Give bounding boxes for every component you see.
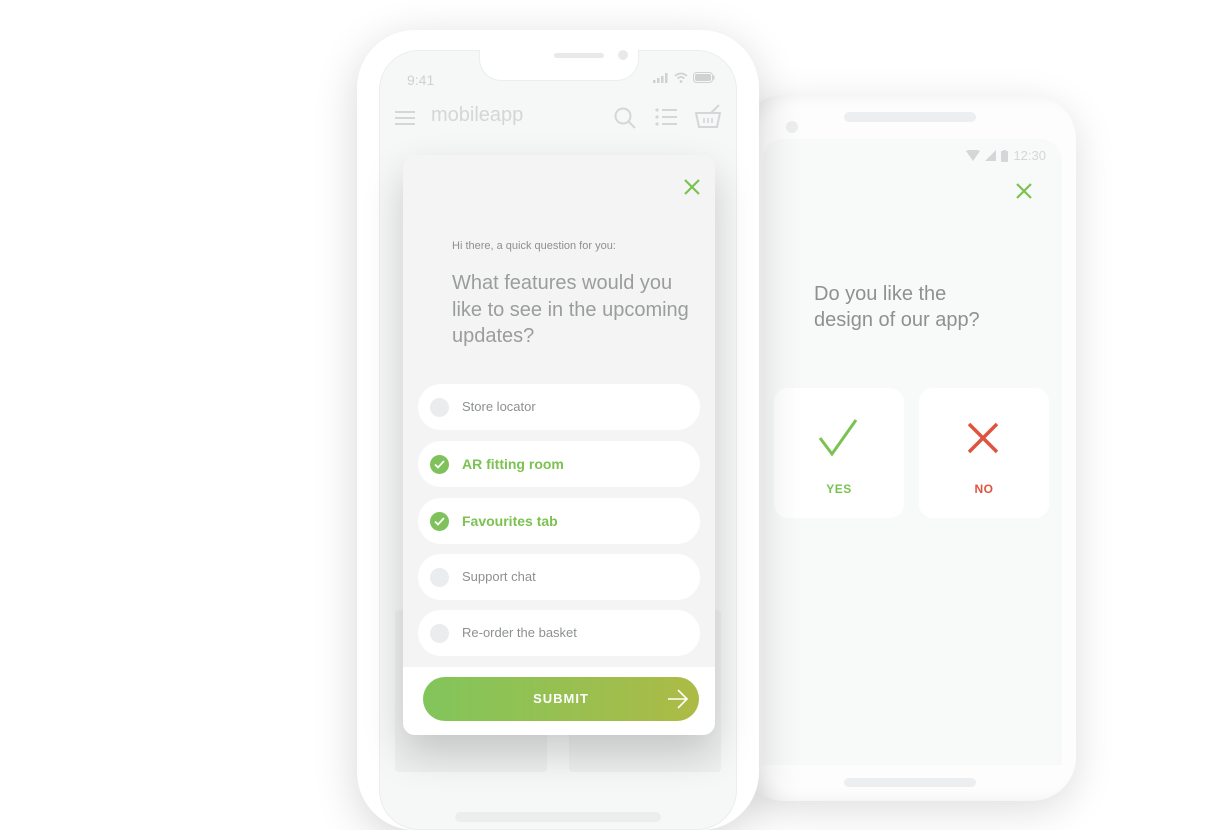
- option-favourites-tab[interactable]: Favourites tab: [418, 498, 700, 544]
- cross-icon: [967, 422, 999, 454]
- ios-status-time: 9:41: [407, 72, 435, 88]
- signal-icon: [653, 72, 668, 83]
- yes-button[interactable]: YES: [774, 388, 904, 518]
- submit-label: SUBMIT: [533, 691, 589, 706]
- checkbox-unchecked[interactable]: [430, 568, 449, 587]
- ios-status-icons: [653, 72, 715, 83]
- question-line: Do you like the: [814, 283, 947, 305]
- no-label: NO: [974, 482, 994, 496]
- option-support-chat[interactable]: Support chat: [418, 554, 700, 600]
- android-camera: [786, 121, 798, 133]
- app-bar: mobileapp: [379, 98, 737, 148]
- app-title: mobileapp: [431, 104, 524, 126]
- no-button[interactable]: NO: [919, 388, 1049, 518]
- signal-icon: [985, 150, 997, 161]
- checkbox-checked[interactable]: [430, 455, 449, 474]
- android-status-time: 12:30: [1013, 148, 1046, 163]
- android-speaker: [844, 112, 976, 122]
- question-line: design of our app?: [814, 309, 980, 331]
- android-status-bar: 12:30: [966, 148, 1046, 163]
- wifi-icon: [674, 72, 688, 83]
- checkbox-unchecked[interactable]: [430, 624, 449, 643]
- survey-question: What features would you like to see in t…: [452, 272, 689, 347]
- iphone-camera: [618, 50, 628, 60]
- yes-label: YES: [826, 482, 852, 496]
- submit-button[interactable]: SUBMIT: [423, 677, 699, 721]
- iphone-notch: [479, 50, 639, 81]
- battery-icon: [693, 72, 715, 83]
- modal-footer: SUBMIT: [403, 667, 715, 735]
- option-reorder-basket[interactable]: Re-order the basket: [418, 610, 700, 656]
- close-icon[interactable]: [682, 177, 702, 197]
- survey-modal: Hi there, a quick question for you: What…: [403, 155, 715, 735]
- android-question: Do you like the design of our app?: [814, 281, 980, 333]
- android-screen: 12:30 Do you like the design of our app?…: [762, 139, 1062, 765]
- basket-icon[interactable]: [695, 104, 721, 128]
- wifi-icon: [966, 150, 981, 161]
- option-ar-fitting-room[interactable]: AR fitting room: [418, 441, 700, 487]
- iphone-speaker: [554, 53, 604, 58]
- check-icon: [818, 419, 858, 457]
- check-icon: [434, 517, 445, 526]
- android-home-bar: [844, 778, 976, 787]
- option-store-locator[interactable]: Store locator: [418, 384, 700, 430]
- option-label: Support chat: [462, 569, 536, 584]
- menu-icon[interactable]: [395, 110, 415, 126]
- checkbox-checked[interactable]: [430, 512, 449, 531]
- close-icon[interactable]: [1014, 181, 1034, 201]
- list-icon[interactable]: [655, 108, 677, 126]
- survey-intro: Hi there, a quick question for you:: [452, 240, 616, 252]
- option-label: AR fitting room: [462, 456, 564, 472]
- checkbox-unchecked[interactable]: [430, 398, 449, 417]
- iphone-home-bar: [455, 812, 661, 822]
- search-icon[interactable]: [613, 106, 637, 130]
- option-label: Favourites tab: [462, 513, 558, 529]
- android-phone-mockup: 12:30 Do you like the design of our app?…: [740, 95, 1076, 801]
- option-label: Store locator: [462, 399, 536, 414]
- option-label: Re-order the basket: [462, 625, 577, 640]
- arrow-right-icon: [668, 689, 689, 709]
- battery-icon: [1001, 149, 1009, 162]
- check-icon: [434, 460, 445, 469]
